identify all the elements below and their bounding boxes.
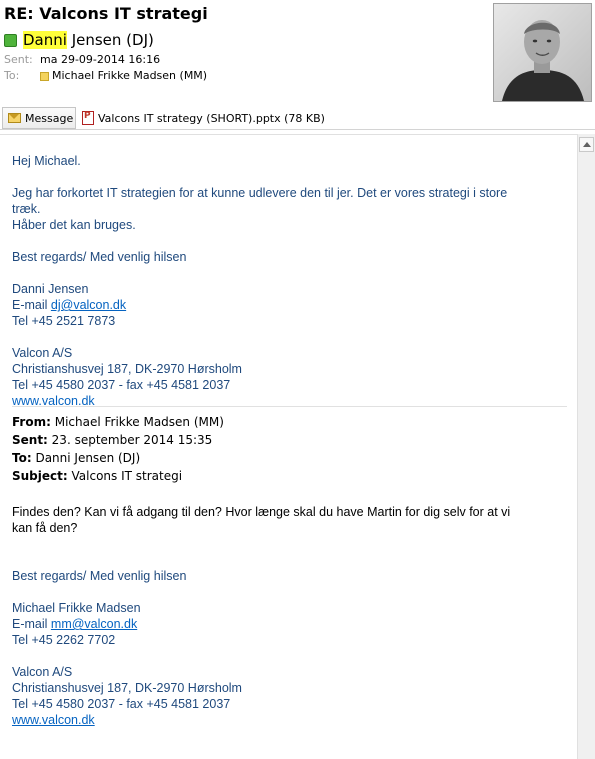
quoted-company: Valcon A/S — [12, 665, 73, 679]
to-row: To: Michael Frikke Madsen (MM) — [4, 69, 207, 82]
signature-address: Christianshusvej 187, DK-2970 Hørsholm — [12, 362, 242, 376]
quoted-subject-label: Subject: — [12, 469, 68, 483]
sender-photo-image — [494, 4, 591, 101]
quoted-to-label: To: — [12, 451, 32, 465]
quoted-sent-label: Sent: — [12, 433, 48, 447]
quoted-from-value: Michael Frikke Madsen (MM) — [50, 415, 224, 429]
quoted-signature-name: Michael Frikke Madsen — [12, 601, 141, 615]
signature-tel: Tel +45 2521 7873 — [12, 314, 116, 328]
body-line: træk. — [12, 202, 41, 216]
sent-label: Sent: — [4, 53, 33, 66]
greeting: Hej Michael. — [12, 154, 81, 168]
signature-tel-fax: Tel +45 4580 2037 - fax +45 4581 2037 — [12, 378, 231, 392]
quoted-subject-value: Valcons IT strategi — [67, 469, 183, 483]
quoted-website-link[interactable]: www.valcon.dk — [12, 713, 95, 727]
message-body: Hej Michael. Jeg har forkortet IT strate… — [0, 134, 595, 759]
quoted-website-row: www.valcon.dk — [12, 712, 95, 728]
signature-company: Valcon A/S — [12, 346, 73, 360]
signature-email-link[interactable]: dj@valcon.dk — [51, 298, 126, 312]
sender-rest-name: Jensen (DJ) — [66, 31, 154, 49]
sender-first-name-highlight: Danni — [23, 31, 67, 49]
quoted-signature-tel: Tel +45 2262 7702 — [12, 633, 116, 647]
email-prefix: E-mail — [12, 617, 51, 631]
quoted-subject: Subject: Valcons IT strategi — [12, 468, 182, 484]
body-line: Håber det kan bruges. — [12, 218, 136, 232]
attachment-file-label: Valcons IT strategy (SHORT).pptx (78 KB) — [98, 111, 325, 125]
quoted-from: From: Michael Frikke Madsen (MM) — [12, 414, 224, 430]
quoted-to-value: Danni Jensen (DJ) — [31, 451, 141, 465]
body-line: Jeg har forkortet IT strategien for at k… — [12, 186, 508, 200]
sent-value: ma 29-09-2014 16:16 — [40, 53, 161, 66]
presence-status-icon — [4, 33, 17, 47]
sent-row: Sent: ma 29-09-2014 16:16 — [4, 53, 160, 66]
sender-photo — [493, 3, 592, 102]
attachment-bar: Message Valcons IT strategy (SHORT).pptx… — [0, 106, 595, 130]
scroll-up-arrow-icon[interactable] — [579, 137, 594, 152]
email-prefix: E-mail — [12, 298, 51, 312]
signature-name: Danni Jensen — [12, 282, 89, 296]
signature-email-row: E-mail dj@valcon.dk — [12, 297, 126, 313]
quoted-email-link[interactable]: mm@valcon.dk — [51, 617, 137, 631]
quoted-body-line: kan få den? — [12, 521, 78, 535]
quoted-to: To: Danni Jensen (DJ) — [12, 450, 140, 466]
sender-row[interactable]: Danni Jensen (DJ) — [4, 30, 154, 50]
attachment-file[interactable]: Valcons IT strategy (SHORT).pptx (78 KB) — [82, 109, 325, 127]
contact-icon — [40, 71, 49, 81]
quoted-tel-fax: Tel +45 4580 2037 - fax +45 4581 2037 — [12, 697, 231, 711]
quoted-from-label: From: — [12, 415, 51, 429]
quoted-sent-value: 23. september 2014 15:35 — [47, 433, 213, 447]
quote-divider — [12, 406, 567, 407]
quoted-address: Christianshusvej 187, DK-2970 Hørsholm — [12, 681, 242, 695]
sender-name[interactable]: Danni Jensen (DJ) — [23, 31, 154, 49]
message-tab[interactable]: Message — [2, 107, 76, 129]
regards-line: Best regards/ Med venlig hilsen — [12, 250, 187, 264]
powerpoint-icon — [82, 111, 94, 125]
vertical-scrollbar[interactable] — [577, 134, 595, 759]
envelope-icon — [8, 113, 21, 123]
message-subject: RE: Valcons IT strategi — [4, 4, 208, 23]
to-label: To: — [4, 69, 20, 82]
message-tab-label: Message — [25, 111, 74, 125]
quoted-signature-email-row: E-mail mm@valcon.dk — [12, 616, 137, 632]
quoted-regards: Best regards/ Med venlig hilsen — [12, 569, 187, 583]
to-recipient[interactable]: Michael Frikke Madsen (MM) — [52, 69, 207, 82]
message-header: RE: Valcons IT strategi Danni Jensen (DJ… — [0, 0, 595, 104]
quoted-body-line: Findes den? Kan vi få adgang til den? Hv… — [12, 505, 511, 519]
quoted-sent: Sent: 23. september 2014 15:35 — [12, 432, 212, 448]
